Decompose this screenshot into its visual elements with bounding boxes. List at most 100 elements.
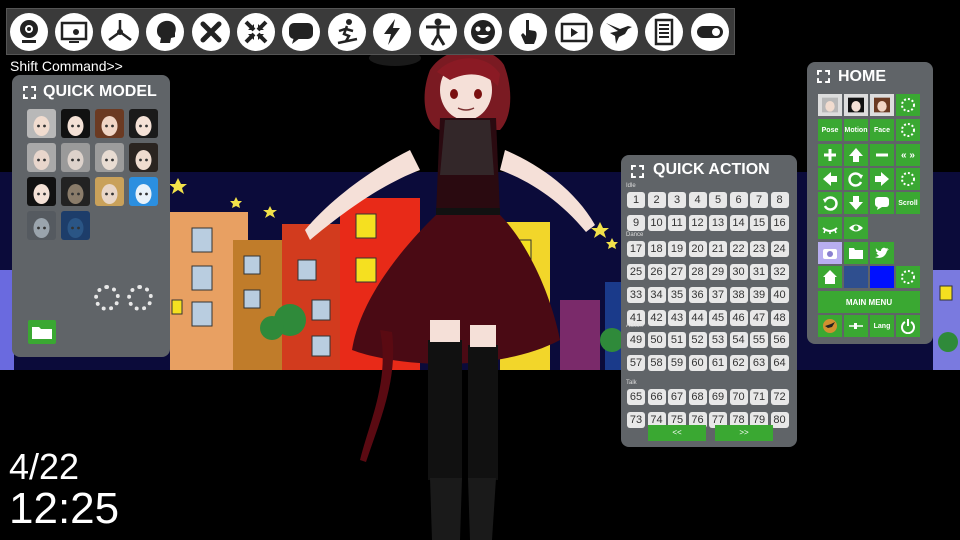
action-number-button[interactable]: 53: [709, 332, 727, 348]
model-avatar-button[interactable]: [61, 143, 90, 172]
loading-button[interactable]: [896, 119, 920, 141]
action-number-button[interactable]: 12: [688, 215, 707, 231]
action-number-button[interactable]: 16: [770, 215, 789, 231]
action-number-button[interactable]: 42: [647, 310, 666, 326]
action-number-button[interactable]: 71: [750, 389, 768, 405]
action-number-button[interactable]: 65: [627, 389, 645, 405]
twitter-button[interactable]: [870, 242, 894, 264]
home-button[interactable]: [818, 266, 842, 288]
action-number-button[interactable]: 67: [668, 389, 686, 405]
action-number-button[interactable]: 56: [770, 332, 789, 348]
action-number-button[interactable]: 39: [750, 287, 768, 303]
action-number-button[interactable]: 70: [729, 389, 748, 405]
webcam-button[interactable]: [10, 12, 48, 51]
action-number-button[interactable]: 68: [688, 389, 707, 405]
model-avatar-button[interactable]: [27, 177, 56, 206]
action-number-button[interactable]: 14: [729, 215, 748, 231]
action-number-button[interactable]: 54: [729, 332, 748, 348]
shrink-button[interactable]: [236, 12, 275, 51]
head-profile-button[interactable]: [146, 12, 185, 51]
previous-page-button[interactable]: <<: [648, 425, 706, 441]
slider-button[interactable]: [844, 315, 868, 337]
model-avatar-button[interactable]: [61, 211, 90, 240]
action-number-button[interactable]: 60: [688, 355, 707, 371]
action-number-button[interactable]: 49: [627, 332, 645, 348]
drag-handle-icon[interactable]: [631, 165, 644, 178]
chat-button[interactable]: [870, 192, 894, 214]
action-number-button[interactable]: 5: [709, 192, 727, 208]
action-number-button[interactable]: 50: [647, 332, 666, 348]
model-avatar-button[interactable]: [27, 143, 56, 172]
action-number-button[interactable]: 35: [668, 287, 686, 303]
action-number-button[interactable]: 2: [647, 192, 666, 208]
skateboard-button[interactable]: [327, 12, 366, 51]
action-number-button[interactable]: 46: [729, 310, 748, 326]
camera-button[interactable]: [818, 242, 842, 264]
pointing-hand-button[interactable]: [509, 12, 548, 51]
model-avatar-button[interactable]: [95, 143, 124, 172]
action-number-button[interactable]: 62: [729, 355, 748, 371]
action-number-button[interactable]: 25: [627, 264, 645, 280]
video-player-button[interactable]: [554, 12, 593, 51]
action-number-button[interactable]: 21: [709, 241, 727, 257]
motion-button[interactable]: Motion: [844, 119, 868, 141]
action-number-button[interactable]: 17: [627, 241, 645, 257]
action-number-button[interactable]: 55: [750, 332, 768, 348]
model-avatar-button[interactable]: [129, 143, 158, 172]
action-number-button[interactable]: 61: [709, 355, 727, 371]
action-number-button[interactable]: 44: [688, 310, 707, 326]
action-number-button[interactable]: 32: [770, 264, 789, 280]
loading-button[interactable]: [896, 266, 920, 288]
lightning-button[interactable]: [373, 12, 412, 51]
zoom-in-button[interactable]: [818, 144, 842, 166]
model-avatar-button[interactable]: [61, 109, 90, 138]
main-menu-button[interactable]: MAIN MENU: [818, 291, 920, 313]
move-left-button[interactable]: [818, 168, 842, 190]
action-number-button[interactable]: 73: [627, 412, 645, 428]
action-number-button[interactable]: 48: [770, 310, 789, 326]
model-avatar-button[interactable]: [95, 177, 124, 206]
model-avatar-button[interactable]: [129, 109, 158, 138]
next-page-button[interactable]: >>: [715, 425, 773, 441]
model-avatar-button[interactable]: [129, 177, 158, 206]
action-number-button[interactable]: 13: [709, 215, 727, 231]
reset-rotation-button[interactable]: [818, 192, 842, 214]
action-number-button[interactable]: 80: [770, 412, 789, 428]
language-button[interactable]: Lang: [870, 315, 894, 337]
model-thumbnail-button[interactable]: [818, 94, 842, 116]
model-thumbnail-button[interactable]: [844, 94, 868, 116]
model-avatar-button[interactable]: [27, 211, 56, 240]
rotate-button[interactable]: [844, 168, 868, 190]
folder-button[interactable]: [844, 242, 868, 264]
action-number-button[interactable]: 20: [688, 241, 707, 257]
action-number-button[interactable]: 24: [770, 241, 789, 257]
shift-command-label[interactable]: Shift Command>>: [10, 58, 123, 74]
model-avatar-button[interactable]: [61, 177, 90, 206]
hummingbird-button[interactable]: [600, 12, 639, 51]
color-swatch-2-button[interactable]: [870, 266, 894, 288]
action-number-button[interactable]: 57: [627, 355, 645, 371]
action-number-button[interactable]: 3: [668, 192, 686, 208]
action-number-button[interactable]: 6: [729, 192, 748, 208]
speech-bubble-button[interactable]: [282, 12, 321, 51]
close-x-button[interactable]: [191, 12, 230, 51]
bird-button[interactable]: [818, 315, 842, 337]
face-button[interactable]: Face: [870, 119, 894, 141]
color-swatch-1-button[interactable]: [844, 266, 868, 288]
eye-view-button[interactable]: [844, 217, 868, 239]
action-number-button[interactable]: 15: [750, 215, 768, 231]
action-number-button[interactable]: 31: [750, 264, 768, 280]
action-number-button[interactable]: 38: [729, 287, 748, 303]
loading-button[interactable]: [896, 168, 920, 190]
action-number-button[interactable]: 9: [627, 215, 645, 231]
action-number-button[interactable]: 1: [627, 192, 645, 208]
drag-handle-icon[interactable]: [23, 86, 36, 99]
action-number-button[interactable]: 40: [770, 287, 789, 303]
move-right-button[interactable]: [870, 168, 894, 190]
action-number-button[interactable]: 18: [647, 241, 666, 257]
move-down-button[interactable]: [844, 192, 868, 214]
model-avatar-button[interactable]: [95, 109, 124, 138]
action-number-button[interactable]: 26: [647, 264, 666, 280]
action-number-button[interactable]: 59: [668, 355, 686, 371]
action-number-button[interactable]: 43: [668, 310, 686, 326]
